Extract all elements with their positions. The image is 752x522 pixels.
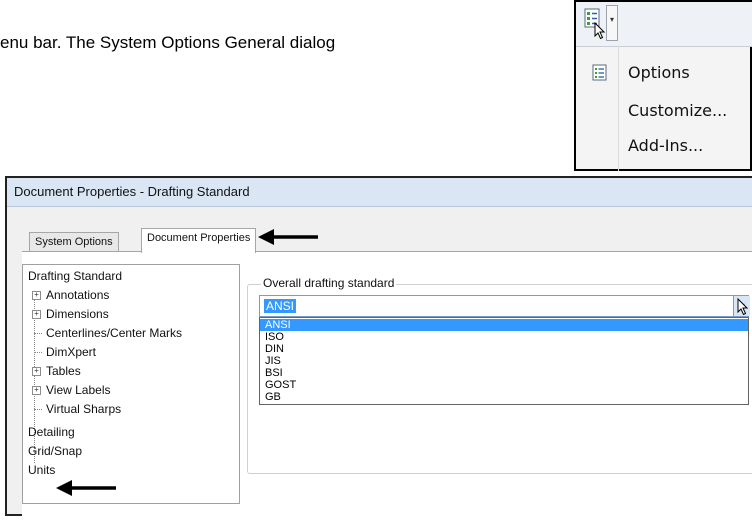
tree-item-dimxpert[interactable]: DimXpert	[34, 344, 97, 361]
expand-plus-icon[interactable]: +	[32, 310, 41, 319]
menu-item-add-ins[interactable]: Add-Ins...	[576, 129, 752, 163]
tree-item-label: Centerlines/Center Marks	[46, 326, 183, 340]
options-dropdown-button[interactable]: ▾	[606, 5, 618, 41]
tree-item-label: Annotations	[46, 288, 110, 302]
expand-plus-icon[interactable]: +	[32, 386, 41, 395]
mouse-cursor-icon	[594, 22, 606, 40]
document-properties-dialog: Document Properties - Drafting Standard …	[5, 176, 752, 522]
tree-item-detailing[interactable]: Detailing	[28, 424, 75, 441]
toolbar-strip: ▾	[576, 2, 752, 47]
group-label: Overall drafting standard	[261, 276, 397, 290]
tree-item-label: DimXpert	[46, 345, 97, 359]
menu-item-label: Options	[628, 63, 690, 82]
menu-item-label: Add-Ins...	[628, 136, 704, 155]
option-jis[interactable]: JIS	[260, 355, 748, 367]
tree-item-drafting-standard[interactable]: Drafting Standard	[28, 268, 122, 285]
options-flyout-menu: ▾ Options Customize... Add-Ins...	[574, 0, 752, 171]
tree-item-units[interactable]: Units	[28, 462, 55, 479]
tree-item-centerlines[interactable]: Centerlines/Center Marks	[34, 325, 183, 342]
menu-item-options[interactable]: Options	[576, 56, 752, 90]
option-iso[interactable]: ISO	[260, 331, 748, 343]
option-gb[interactable]: GB	[260, 391, 748, 403]
property-tree: Drafting Standard + Annotations + Dimens…	[22, 264, 240, 504]
option-ansi[interactable]: ANSI	[260, 319, 748, 331]
options-checklist-icon	[592, 64, 607, 81]
annotation-arrow-icon	[56, 480, 116, 496]
tree-item-tables[interactable]: + Tables	[32, 363, 81, 380]
tree-item-label: Virtual Sharps	[46, 402, 122, 416]
tab-system-options[interactable]: System Options	[29, 232, 119, 252]
tree-item-view-labels[interactable]: + View Labels	[32, 382, 111, 399]
option-bsi[interactable]: BSI	[260, 367, 748, 379]
annotation-arrow-icon	[258, 229, 318, 245]
menu-item-customize[interactable]: Customize...	[576, 94, 752, 128]
tree-item-label: View Labels	[46, 383, 111, 397]
tree-item-label: Dimensions	[46, 307, 109, 321]
dialog-title: Document Properties - Drafting Standard	[14, 184, 250, 199]
drafting-standard-combo[interactable]: ANSI ▼	[259, 295, 750, 317]
tree-connector	[34, 352, 42, 353]
menu-item-label: Customize...	[628, 101, 728, 120]
expand-plus-icon[interactable]: +	[32, 367, 41, 376]
mouse-cursor-icon	[737, 298, 749, 316]
combo-value: ANSI	[264, 299, 297, 313]
expand-plus-icon[interactable]: +	[32, 291, 41, 300]
option-din[interactable]: DIN	[260, 343, 748, 355]
option-gost[interactable]: GOST	[260, 379, 748, 391]
tree-item-virtual-sharps[interactable]: Virtual Sharps	[34, 401, 122, 418]
caption-text: enu bar. The System Options General dial…	[0, 33, 336, 52]
tab-document-properties[interactable]: Document Properties	[141, 228, 257, 253]
tree-item-label: Tables	[46, 364, 81, 378]
dialog-titlebar[interactable]: Document Properties - Drafting Standard	[7, 178, 752, 207]
tree-item-dimensions[interactable]: + Dimensions	[32, 306, 109, 323]
tree-connector	[34, 409, 42, 410]
tree-connector	[34, 333, 42, 334]
tree-item-annotations[interactable]: + Annotations	[32, 287, 110, 304]
tree-item-grid-snap[interactable]: Grid/Snap	[28, 443, 82, 460]
drafting-standard-listbox[interactable]: ANSI ISO DIN JIS BSI GOST GB	[259, 317, 749, 405]
